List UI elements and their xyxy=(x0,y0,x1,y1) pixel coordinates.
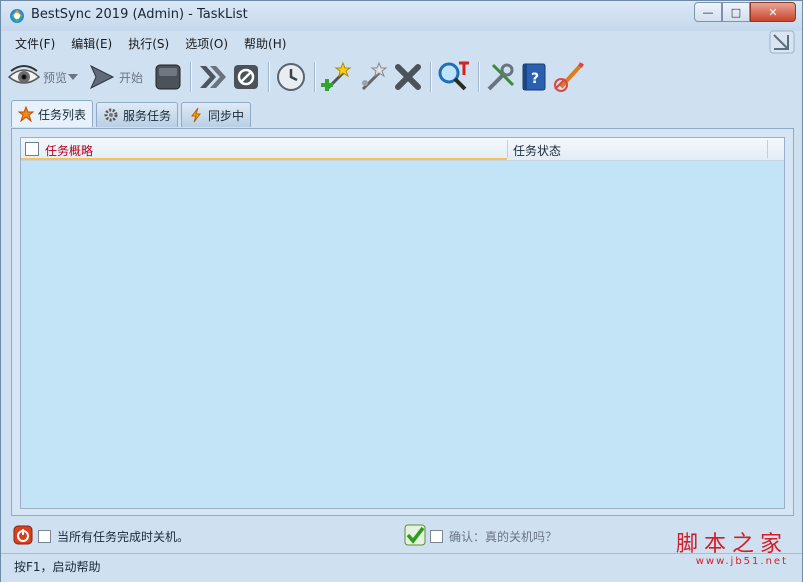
menu-help[interactable]: 帮助(H) xyxy=(236,33,294,55)
close-button[interactable]: ✕ xyxy=(750,2,796,22)
title-bar: BestSync 2019 (Admin) - TaskList — □ ✕ xyxy=(1,1,802,31)
column-header-status[interactable]: 任务状态 xyxy=(513,142,561,159)
play-icon xyxy=(89,64,115,90)
tab-service-tasks[interactable]: 服务任务 xyxy=(96,102,179,127)
tab-task-list[interactable]: 任务列表 xyxy=(11,100,94,127)
app-window: BestSync 2019 (Admin) - TaskList — □ ✕ 文… xyxy=(0,0,803,582)
new-task-button[interactable] xyxy=(321,59,355,95)
help-button[interactable]: ? xyxy=(519,59,549,95)
tab-syncing[interactable]: 同步中 xyxy=(181,102,252,127)
about-button[interactable] xyxy=(551,59,585,95)
cancel-icon xyxy=(234,65,259,89)
shutdown-options: 当所有任务完成时关机。 确认：真的关机吗？ xyxy=(11,522,792,550)
status-text: 按F1，启动帮助 xyxy=(14,560,101,574)
stop-icon xyxy=(155,64,181,90)
shutdown-checkbox[interactable] xyxy=(38,530,51,543)
cancel-button[interactable] xyxy=(231,59,261,95)
gear-icon xyxy=(104,108,118,122)
checkmark-icon xyxy=(404,524,426,546)
toolbar-separator xyxy=(478,62,481,92)
window-title: BestSync 2019 (Admin) - TaskList xyxy=(31,7,248,22)
toolbar-separator xyxy=(268,62,271,92)
shutdown-label: 当所有任务完成时关机。 xyxy=(57,530,190,544)
status-bar: 按F1，启动帮助 脚本之家 www.jb51.net xyxy=(1,532,802,582)
search-log-button[interactable] xyxy=(437,59,471,95)
confirm-checkbox[interactable] xyxy=(430,530,443,543)
bestsync-logo-icon xyxy=(10,9,24,23)
task-list[interactable]: 任务概略 任务状态 xyxy=(20,137,785,509)
menu-bar: 文件(F) 编辑(E) 执行(S) 选项(O) 帮助(H) xyxy=(7,33,294,55)
confirm-label: 确认：真的关机吗？ xyxy=(449,530,558,544)
tab-bar: 任务列表 服务任务 同步中 xyxy=(11,100,254,128)
tab-syncing-label: 同步中 xyxy=(208,108,245,123)
settings-icon xyxy=(487,63,515,91)
toolbar-separator xyxy=(190,62,193,92)
start-button[interactable]: 开始 xyxy=(87,59,143,95)
chevron-down-icon xyxy=(68,74,79,80)
minimize-button[interactable]: — xyxy=(694,2,722,22)
tab-service-tasks-label: 服务任务 xyxy=(123,108,172,123)
menu-file[interactable]: 文件(F) xyxy=(7,33,63,55)
help-book-icon: ? xyxy=(522,63,546,91)
layout-corner-icon[interactable] xyxy=(768,29,796,55)
task-star-icon xyxy=(18,106,34,122)
menu-options[interactable]: 选项(O) xyxy=(177,33,236,55)
column-header-summary[interactable]: 任务概略 xyxy=(45,142,93,159)
toolbar: 预览 开始 ? xyxy=(7,57,793,97)
menu-execute[interactable]: 执行(S) xyxy=(120,33,177,55)
stop-button[interactable] xyxy=(153,59,183,95)
watermark: 脚本之家 www.jb51.net xyxy=(676,526,788,567)
sync-bolt-icon xyxy=(191,107,202,123)
tab-task-list-label: 任务列表 xyxy=(38,107,87,122)
maximize-button[interactable]: □ xyxy=(722,2,750,22)
delete-button[interactable] xyxy=(393,59,423,95)
toolbar-separator xyxy=(314,62,317,92)
column-divider[interactable] xyxy=(507,140,508,158)
new-task-icon xyxy=(321,61,352,91)
about-icon xyxy=(554,62,584,92)
window-controls: — □ ✕ xyxy=(694,2,796,22)
search-log-icon xyxy=(438,61,470,91)
preview-button[interactable]: 预览 xyxy=(7,59,79,95)
list-header: 任务概略 任务状态 xyxy=(21,138,784,161)
column-divider[interactable] xyxy=(767,140,768,158)
preview-label: 预览 xyxy=(43,70,68,85)
select-all-checkbox[interactable] xyxy=(25,142,39,156)
svg-text:?: ? xyxy=(531,71,539,87)
eye-icon xyxy=(7,65,41,84)
edit-task-button[interactable] xyxy=(357,59,391,95)
settings-button[interactable] xyxy=(485,59,517,95)
toolbar-separator xyxy=(430,62,433,92)
schedule-button[interactable] xyxy=(275,59,307,95)
schedule-icon xyxy=(277,63,306,91)
watermark-name: 脚本之家 xyxy=(675,532,788,557)
power-icon xyxy=(13,525,33,545)
fast-forward-icon xyxy=(200,66,227,88)
edit-task-icon xyxy=(361,61,388,91)
sort-indicator xyxy=(21,158,507,160)
start-label: 开始 xyxy=(119,70,144,85)
delete-icon xyxy=(395,64,422,90)
run-all-button[interactable] xyxy=(197,59,229,95)
task-list-panel: 任务概略 任务状态 xyxy=(11,128,794,516)
menu-edit[interactable]: 编辑(E) xyxy=(63,33,120,55)
